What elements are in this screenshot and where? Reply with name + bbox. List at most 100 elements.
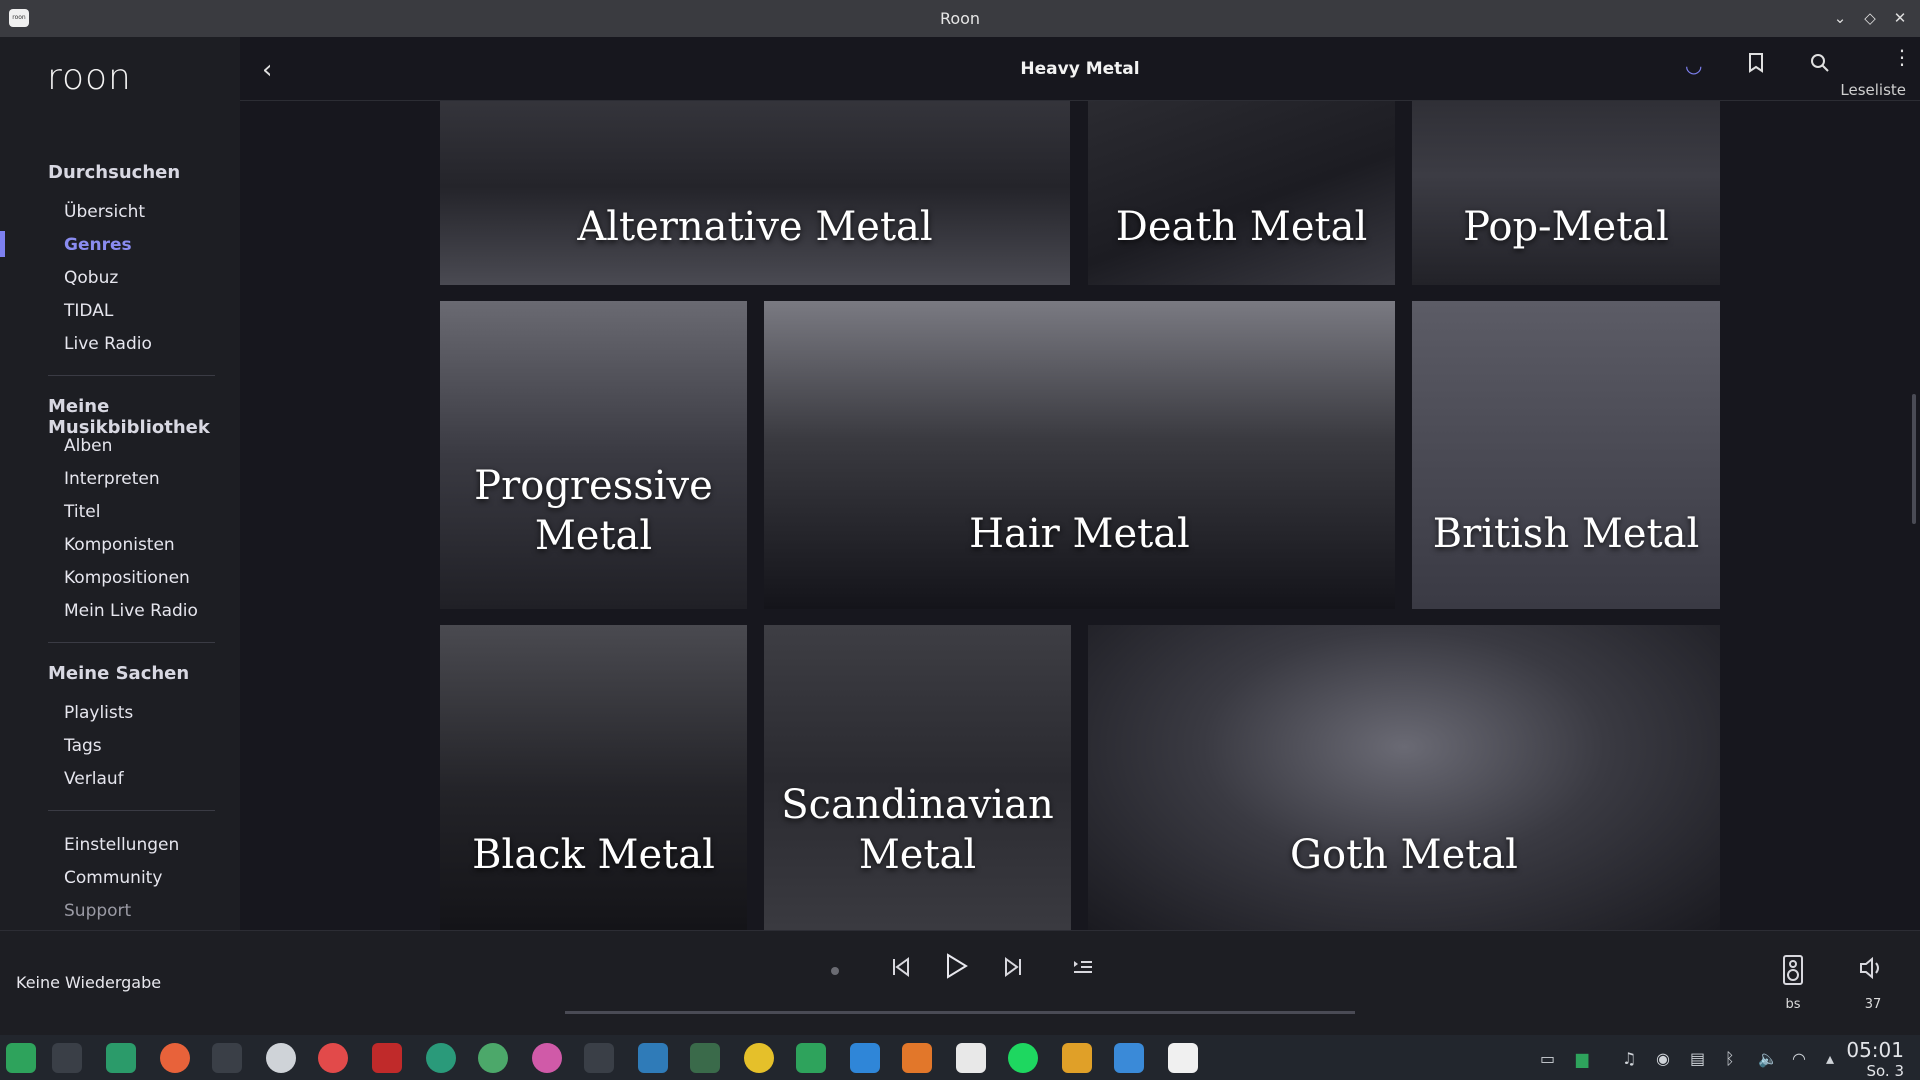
roon-logo: roon <box>47 57 132 98</box>
sidebar-item-tags[interactable]: Tags <box>64 736 102 756</box>
section-library: Meine Musikbibliothek <box>48 396 210 438</box>
taskbar: ▭ ▆ ♫ ◉ ▤ ᛒ 🔈 ◠ ▴ 05:01 So. 3 <box>0 1035 1920 1080</box>
sidebar-item-genres[interactable]: Genres <box>64 235 132 255</box>
bluetooth-icon[interactable]: ᛒ <box>1725 1049 1735 1068</box>
genre-photo <box>764 625 1071 930</box>
system-settings-icon[interactable] <box>52 1043 82 1073</box>
genre-tile-hair-metal[interactable]: Hair Metal <box>764 301 1395 609</box>
vlc-icon[interactable] <box>584 1043 614 1073</box>
genre-photo <box>440 301 747 609</box>
genre-tile-british-metal[interactable]: British Metal <box>1412 301 1720 609</box>
sidebar-item-tracks[interactable]: Titel <box>64 502 100 522</box>
sidebar-divider <box>48 375 215 376</box>
app-icon[interactable] <box>1062 1043 1092 1073</box>
sidebar-item-settings[interactable]: Einstellungen <box>64 835 179 855</box>
clock-date: So. 3 <box>1866 1062 1904 1080</box>
app-icon[interactable] <box>318 1043 348 1073</box>
genre-tile-scandinavian-metal[interactable]: Scandinavian Metal <box>764 625 1071 930</box>
download-icon[interactable] <box>478 1043 508 1073</box>
terminal-icon[interactable] <box>212 1043 242 1073</box>
genre-label: Pop-Metal <box>1463 204 1669 250</box>
volume-icon[interactable] <box>1859 956 1885 983</box>
presentation-icon[interactable] <box>902 1043 932 1073</box>
sidebar-item-support[interactable]: Support <box>64 901 131 921</box>
app-icon[interactable] <box>372 1043 402 1073</box>
sidebar-item-community[interactable]: Community <box>64 868 162 888</box>
file-manager-icon[interactable] <box>106 1043 136 1073</box>
sidebar-item-live-radio[interactable]: Live Radio <box>64 334 152 354</box>
genre-label: Black Metal <box>472 832 715 878</box>
firefox-icon[interactable] <box>160 1043 190 1073</box>
genre-label: Alternative Metal <box>577 204 933 250</box>
folder-icon[interactable]: ▆ <box>1576 1049 1588 1068</box>
genre-photo <box>1088 625 1720 930</box>
desktop-icon[interactable]: ▭ <box>1540 1049 1555 1068</box>
app-icon[interactable] <box>690 1043 720 1073</box>
sidebar-item-history[interactable]: Verlauf <box>64 769 124 789</box>
notifications-icon[interactable]: ♫ <box>1622 1049 1636 1068</box>
app-icon[interactable] <box>266 1043 296 1073</box>
sidebar-divider <box>48 810 215 811</box>
roon-taskbar-icon[interactable] <box>1168 1043 1198 1073</box>
genre-tile-progressive-metal[interactable]: Progressive Metal <box>440 301 747 609</box>
spotify-icon[interactable] <box>1008 1043 1038 1073</box>
genre-photo <box>1412 301 1720 609</box>
search-icon[interactable] <box>1810 53 1830 78</box>
clock[interactable]: 05:01 So. 3 <box>1846 1038 1904 1080</box>
clock-time: 05:01 <box>1846 1038 1904 1062</box>
close-button[interactable]: ✕ <box>1889 7 1911 29</box>
section-my-stuff: Meine Sachen <box>48 663 190 684</box>
genre-photo <box>764 301 1395 609</box>
chrome-icon[interactable] <box>744 1043 774 1073</box>
genre-label: Hair Metal <box>969 511 1190 557</box>
now-playing-status: Keine Wiedergabe <box>16 973 162 992</box>
app-icon[interactable] <box>532 1043 562 1073</box>
update-icon[interactable]: ◉ <box>1656 1049 1670 1068</box>
play-icon[interactable] <box>946 953 968 983</box>
reading-list-overlay[interactable]: Leseliste <box>1840 81 1906 99</box>
spreadsheet-icon[interactable] <box>796 1043 826 1073</box>
next-icon[interactable] <box>1004 957 1022 981</box>
genre-tile-black-metal[interactable]: Black Metal <box>440 625 747 930</box>
progress-bar[interactable] <box>565 1011 1355 1014</box>
page-title: Heavy Metal <box>1020 59 1140 79</box>
sidebar-item-playlists[interactable]: Playlists <box>64 703 133 723</box>
app-icon[interactable] <box>638 1043 668 1073</box>
window-titlebar: roon Roon ⌄ ◇ ✕ <box>0 0 1920 37</box>
sidebar-item-qobuz[interactable]: Qobuz <box>64 268 118 288</box>
sidebar-item-my-live-radio[interactable]: Mein Live Radio <box>64 601 198 621</box>
genre-label: British Metal <box>1432 511 1700 557</box>
wifi-icon[interactable]: ◠ <box>1792 1049 1806 1068</box>
minimize-button[interactable]: ⌄ <box>1829 7 1851 29</box>
sidebar-item-albums[interactable]: Alben <box>64 436 112 456</box>
sidebar-item-tidal[interactable]: TIDAL <box>64 301 113 321</box>
clipboard-icon[interactable]: ▤ <box>1690 1049 1705 1068</box>
stop-icon[interactable] <box>829 962 841 975</box>
active-indicator <box>0 231 5 257</box>
app-icon[interactable] <box>426 1043 456 1073</box>
volume-tray-icon[interactable]: 🔈 <box>1758 1049 1778 1068</box>
sidebar: roon Durchsuchen Übersicht Genres Qobuz … <box>0 37 240 930</box>
sidebar-item-overview[interactable]: Übersicht <box>64 202 145 222</box>
sidebar-item-composers[interactable]: Komponisten <box>64 535 175 555</box>
tray-expand-icon[interactable]: ▴ <box>1826 1049 1834 1068</box>
document-icon[interactable] <box>850 1043 880 1073</box>
more-icon[interactable]: ⋮ <box>1892 45 1912 69</box>
sidebar-divider <box>48 642 215 643</box>
bookmark-icon[interactable] <box>1748 53 1764 78</box>
sidebar-item-compositions[interactable]: Kompositionen <box>64 568 190 588</box>
app-icon[interactable] <box>1114 1043 1144 1073</box>
speaker-zone-icon[interactable] <box>1782 955 1804 989</box>
genre-label: Goth Metal <box>1290 832 1518 878</box>
scrollbar-thumb[interactable] <box>1912 394 1916 524</box>
queue-icon[interactable] <box>1073 959 1093 979</box>
genre-photo <box>440 625 747 930</box>
zone-label: bs <box>1785 997 1801 1012</box>
loading-spinner-icon: ◡ <box>1685 53 1703 77</box>
sidebar-item-artists[interactable]: Interpreten <box>64 469 160 489</box>
app-icon[interactable] <box>956 1043 986 1073</box>
previous-icon[interactable] <box>892 957 910 981</box>
genre-tile-goth-metal[interactable]: Goth Metal <box>1088 625 1720 930</box>
manjaro-menu-icon[interactable] <box>6 1043 36 1073</box>
maximize-button[interactable]: ◇ <box>1859 7 1881 29</box>
